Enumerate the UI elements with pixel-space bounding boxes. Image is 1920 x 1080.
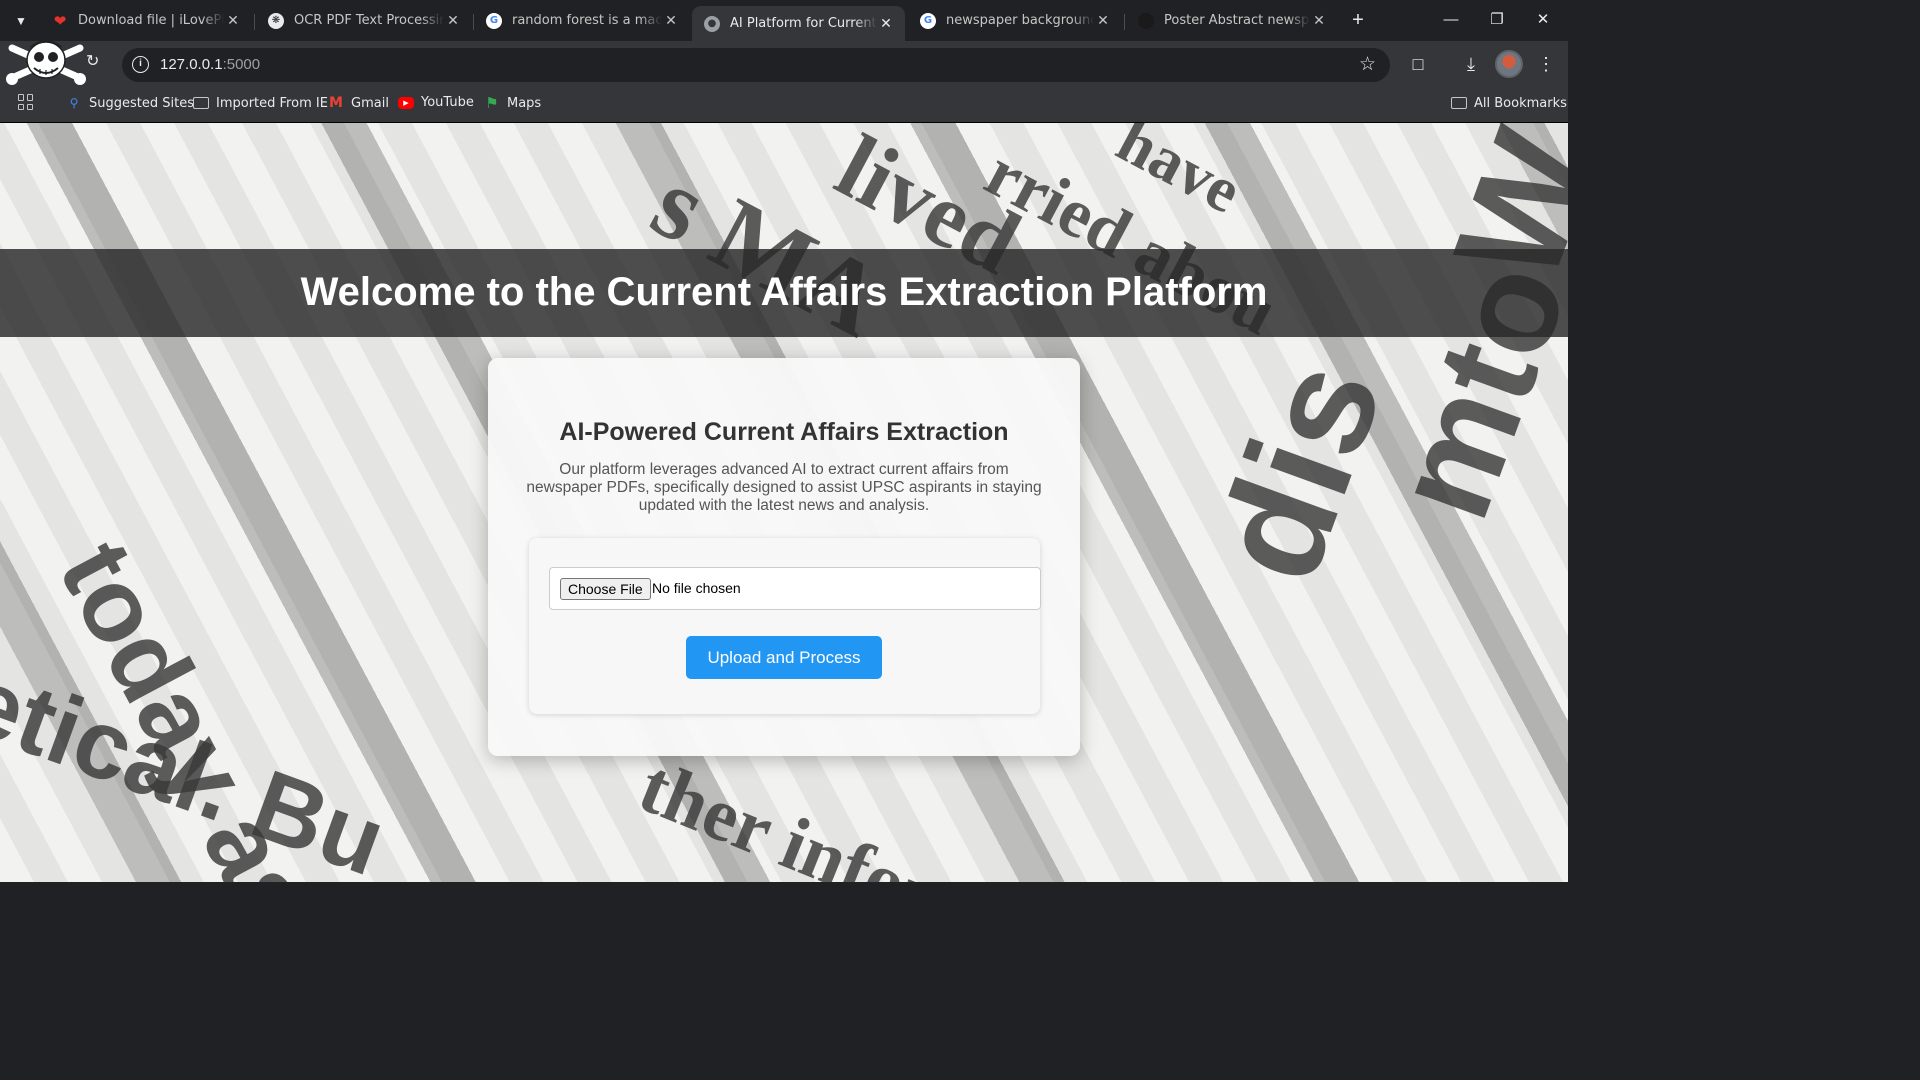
tab-title: AI Platform for Current Affa [730,16,877,31]
new-tab-plus-icon[interactable]: + [1346,9,1370,33]
card-description: Our platform leverages advanced AI to ex… [526,461,1042,514]
tab-ocr-pdf[interactable]: ❋ OCR PDF Text Processing ✕ [256,6,472,35]
page-viewport: lived rried abou have s MA today as etic… [0,123,1568,882]
tab-random-forest[interactable]: G random forest is a machine ✕ [474,6,690,35]
heart-icon: ❤ [53,11,67,30]
folder-icon [193,95,209,111]
bookmark-star-icon[interactable]: ☆ [1359,53,1376,76]
google-icon: G [486,12,502,29]
skull-crossbones-logo [6,40,86,85]
close-icon[interactable]: ✕ [224,13,242,29]
extensions-puzzle-icon[interactable]: □ [1405,51,1431,77]
tab-separator [254,14,255,30]
maps-pin-icon: ⚑ [485,94,499,112]
search-icon: ⚲ [69,96,79,110]
file-input[interactable]: Choose File No file chosen [549,567,1041,610]
tab-newspaper-background[interactable]: G newspaper background - G ✕ [908,6,1122,35]
reload-icon[interactable]: ↻ [86,51,108,73]
close-icon[interactable]: ✕ [1310,13,1328,29]
bookmark-maps[interactable]: ⚑ Maps [484,94,542,112]
dark-site-icon [1138,12,1154,29]
background-word: ther infor [628,743,950,882]
close-icon[interactable]: ✕ [1094,13,1112,29]
folder-icon [1451,95,1467,111]
tab-title: Download file | iLovePDF [78,13,224,28]
bookmark-youtube[interactable]: ▶ YouTube [398,95,474,110]
upload-and-process-button[interactable]: Upload and Process [686,636,882,679]
site-info-icon[interactable]: i [132,56,149,73]
upload-form: Choose File No file chosen Upload and Pr… [529,538,1041,714]
page-title: Welcome to the Current Affairs Extractio… [300,270,1268,314]
bookmark-all-bookmarks[interactable]: All Bookmarks [1451,95,1567,111]
download-icon[interactable]: ⤓ [1458,51,1484,77]
bookmark-label: Imported From IE [216,95,328,111]
bookmark-gmail[interactable]: M Gmail [328,95,389,111]
close-icon[interactable]: ✕ [444,13,462,29]
upload-card: AI-Powered Current Affairs Extraction Ou… [488,358,1080,756]
tab-ai-platform[interactable]: ● AI Platform for Current Affa ✕ [692,6,905,41]
minimize-icon[interactable]: — [1428,8,1474,34]
browser-toolbar: ↻ i 127.0.0.1:5000 ☆ □ ⤓ ⋮ [0,41,1568,87]
tab-poster-abstract[interactable]: Poster Abstract newspaper ✕ [1126,6,1338,35]
tab-strip: ▼ ❤ Download file | iLovePDF ✕ ❋ OCR PDF… [0,0,1568,41]
restore-icon[interactable]: ❐ [1474,8,1520,34]
youtube-icon: ▶ [398,96,414,109]
file-status-text: No file chosen [652,580,741,596]
openai-icon: ❋ [268,12,284,29]
choose-file-button[interactable]: Choose File [560,578,651,600]
tab-title: OCR PDF Text Processing [294,13,444,28]
bookmark-label: Gmail [351,95,389,111]
menu-dots-icon[interactable]: ⋮ [1533,51,1559,77]
bookmark-imported-from-ie[interactable]: Imported From IE [193,95,328,111]
tab-title: Poster Abstract newspaper [1164,13,1310,28]
tab-title: random forest is a machine [512,13,662,28]
bookmarks-bar: ⚲ Suggested Sites Imported From IE M Gma… [0,87,1568,123]
google-icon: G [920,12,936,29]
globe-icon: ● [704,15,720,32]
bookmark-label: YouTube [421,95,474,110]
tab-separator [1124,14,1125,30]
bookmark-label: All Bookmarks [1474,95,1567,111]
address-bar[interactable]: i 127.0.0.1:5000 ☆ [122,48,1390,82]
tab-title: newspaper background - G [946,13,1094,28]
tab-ilovepdf[interactable]: ❤ Download file | iLovePDF ✕ [40,6,252,35]
url-host: 127.0.0.1 [160,56,223,73]
gmail-icon: M [329,95,343,111]
bookmark-label: Maps [507,95,542,111]
card-title: AI-Powered Current Affairs Extraction [559,418,1009,446]
url-text[interactable]: 127.0.0.1:5000 [160,56,260,73]
close-icon[interactable]: ✕ [877,16,895,32]
url-port: :5000 [222,56,261,73]
apps-grid-icon[interactable] [18,94,34,110]
bookmark-label: Suggested Sites [89,95,194,111]
profile-avatar[interactable] [1495,50,1523,78]
tab-search-chevron-icon[interactable]: ▼ [8,8,34,34]
window-close-icon[interactable]: ✕ [1520,8,1566,34]
bookmark-suggested-sites[interactable]: ⚲ Suggested Sites [66,95,194,111]
close-icon[interactable]: ✕ [662,13,680,29]
